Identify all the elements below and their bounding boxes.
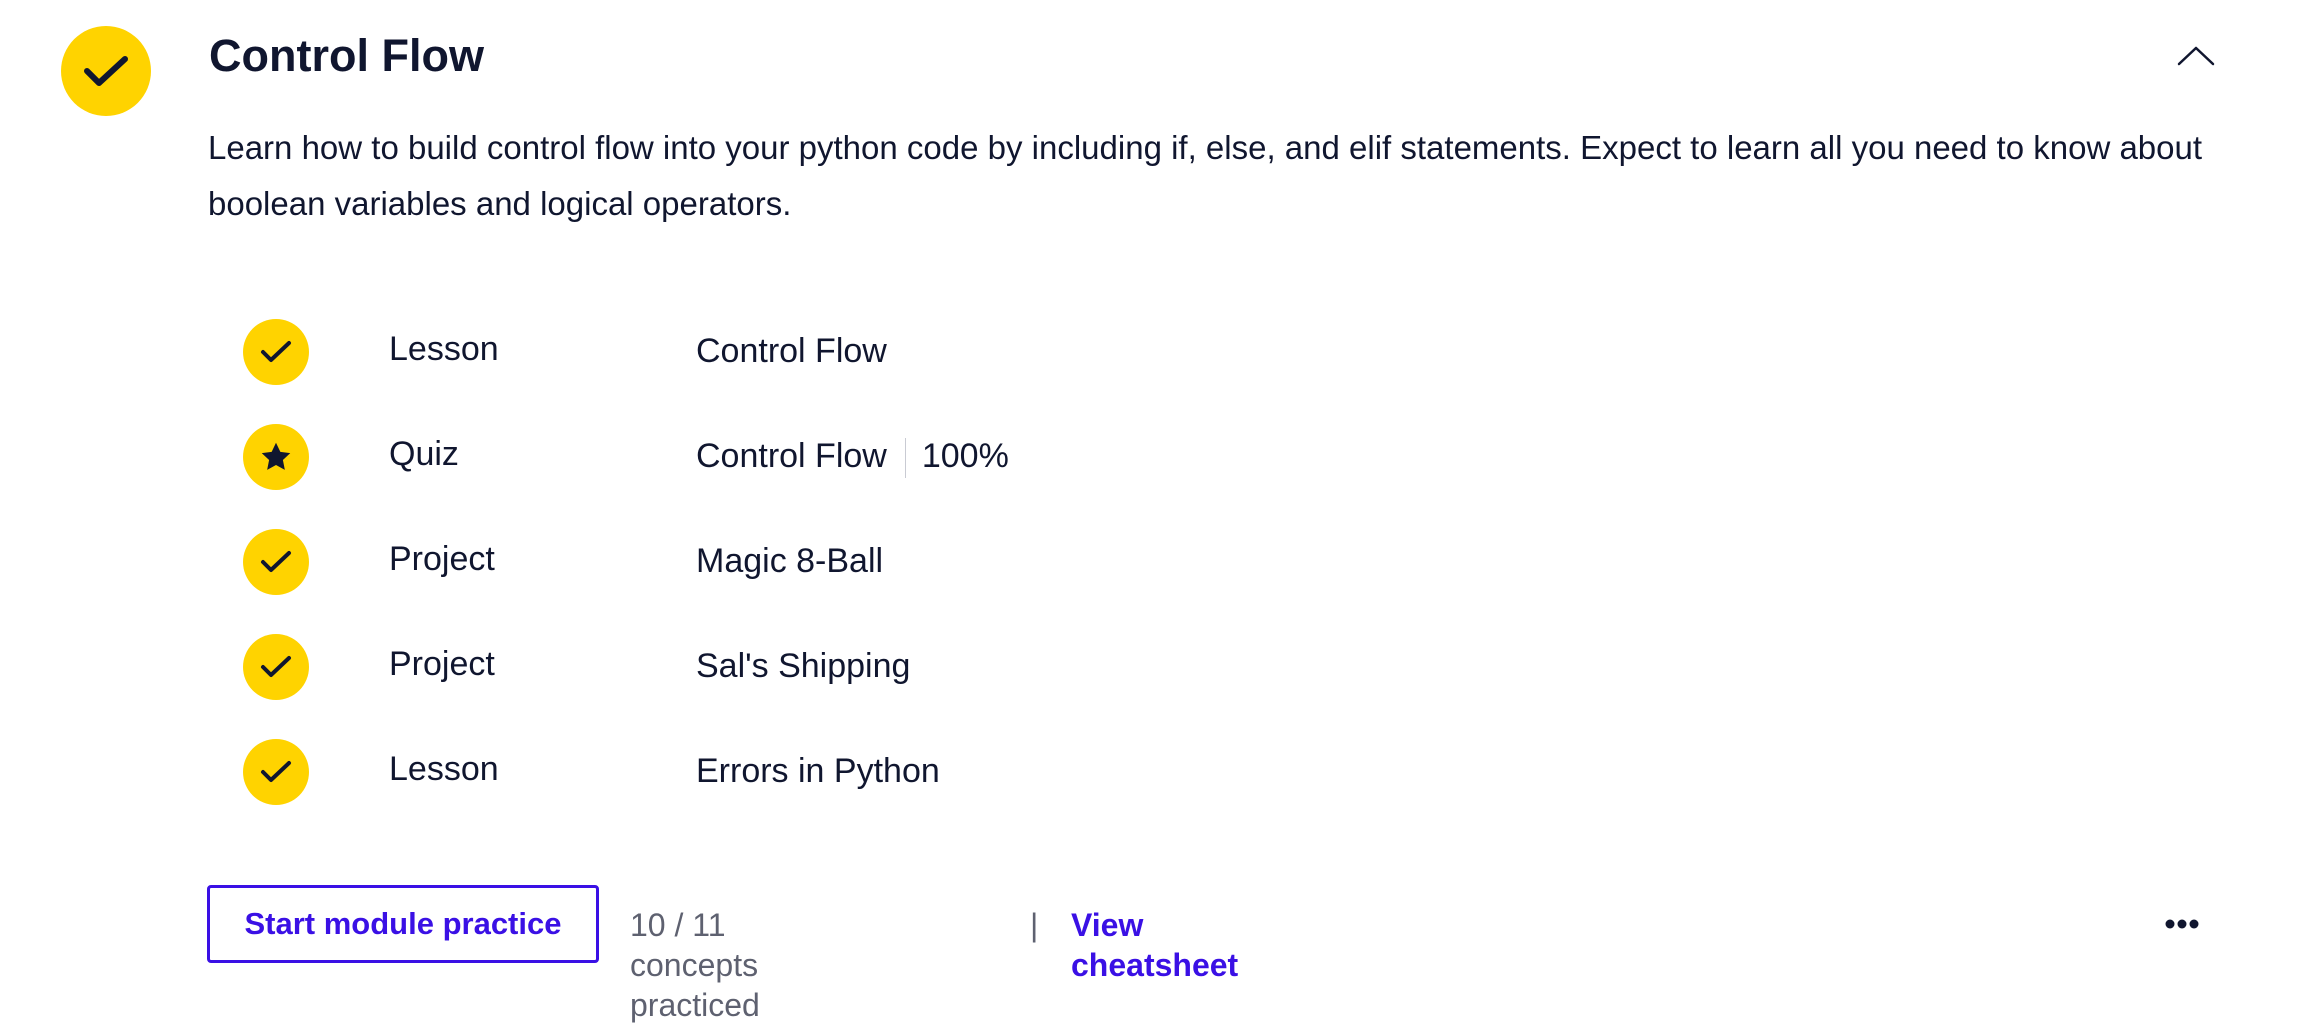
check-icon [84, 56, 128, 86]
quiz-score: 100% [921, 437, 1009, 475]
list-item[interactable]: Lesson Errors in Python [243, 739, 1143, 805]
more-horizontal-icon [2165, 919, 2199, 929]
item-type: Project [389, 645, 495, 683]
list-item[interactable]: Quiz Control Flow 100% [243, 424, 1143, 490]
item-type: Quiz [389, 435, 459, 473]
list-item[interactable]: Lesson Control Flow [243, 319, 1143, 385]
item-type: Project [389, 540, 495, 578]
module-description: Learn how to build control flow into you… [208, 129, 2203, 222]
check-icon [261, 656, 291, 677]
chevron-up-icon [2177, 46, 2215, 66]
item-name[interactable]: Magic 8-Ball [696, 541, 883, 581]
collapse-button[interactable] [2168, 36, 2224, 76]
item-status-icon [243, 529, 309, 595]
item-name[interactable]: Control Flow [696, 331, 887, 371]
item-type: Lesson [389, 330, 499, 368]
item-name[interactable]: Errors in Python [696, 751, 940, 791]
item-name[interactable]: Sal's Shipping [696, 646, 910, 686]
score-divider [904, 438, 906, 479]
item-type: Lesson [389, 750, 499, 788]
check-icon [261, 761, 291, 782]
more-options-button[interactable] [2154, 904, 2210, 944]
check-icon [261, 551, 291, 572]
item-status-icon [243, 634, 309, 700]
list-item[interactable]: Project Sal's Shipping [243, 634, 1143, 700]
view-cheatsheet-link[interactable]: View cheatsheet [1071, 905, 1238, 985]
item-status-icon [243, 739, 309, 805]
quiz-title-group: Control Flow 100% [696, 436, 1009, 479]
list-item[interactable]: Project Magic 8-Ball [243, 529, 1143, 595]
item-status-icon [243, 319, 309, 385]
concepts-practiced-text: 10 / 11 concepts practiced [630, 907, 760, 1023]
start-module-practice-button[interactable]: Start module practice [207, 885, 599, 963]
check-icon [261, 341, 291, 362]
module-status-icon [61, 26, 151, 116]
module-title: Control Flow [209, 30, 484, 81]
star-icon [261, 442, 291, 470]
item-status-icon [243, 424, 309, 490]
footer-separator: | [1030, 907, 1039, 943]
item-name[interactable]: Control Flow [696, 437, 887, 475]
